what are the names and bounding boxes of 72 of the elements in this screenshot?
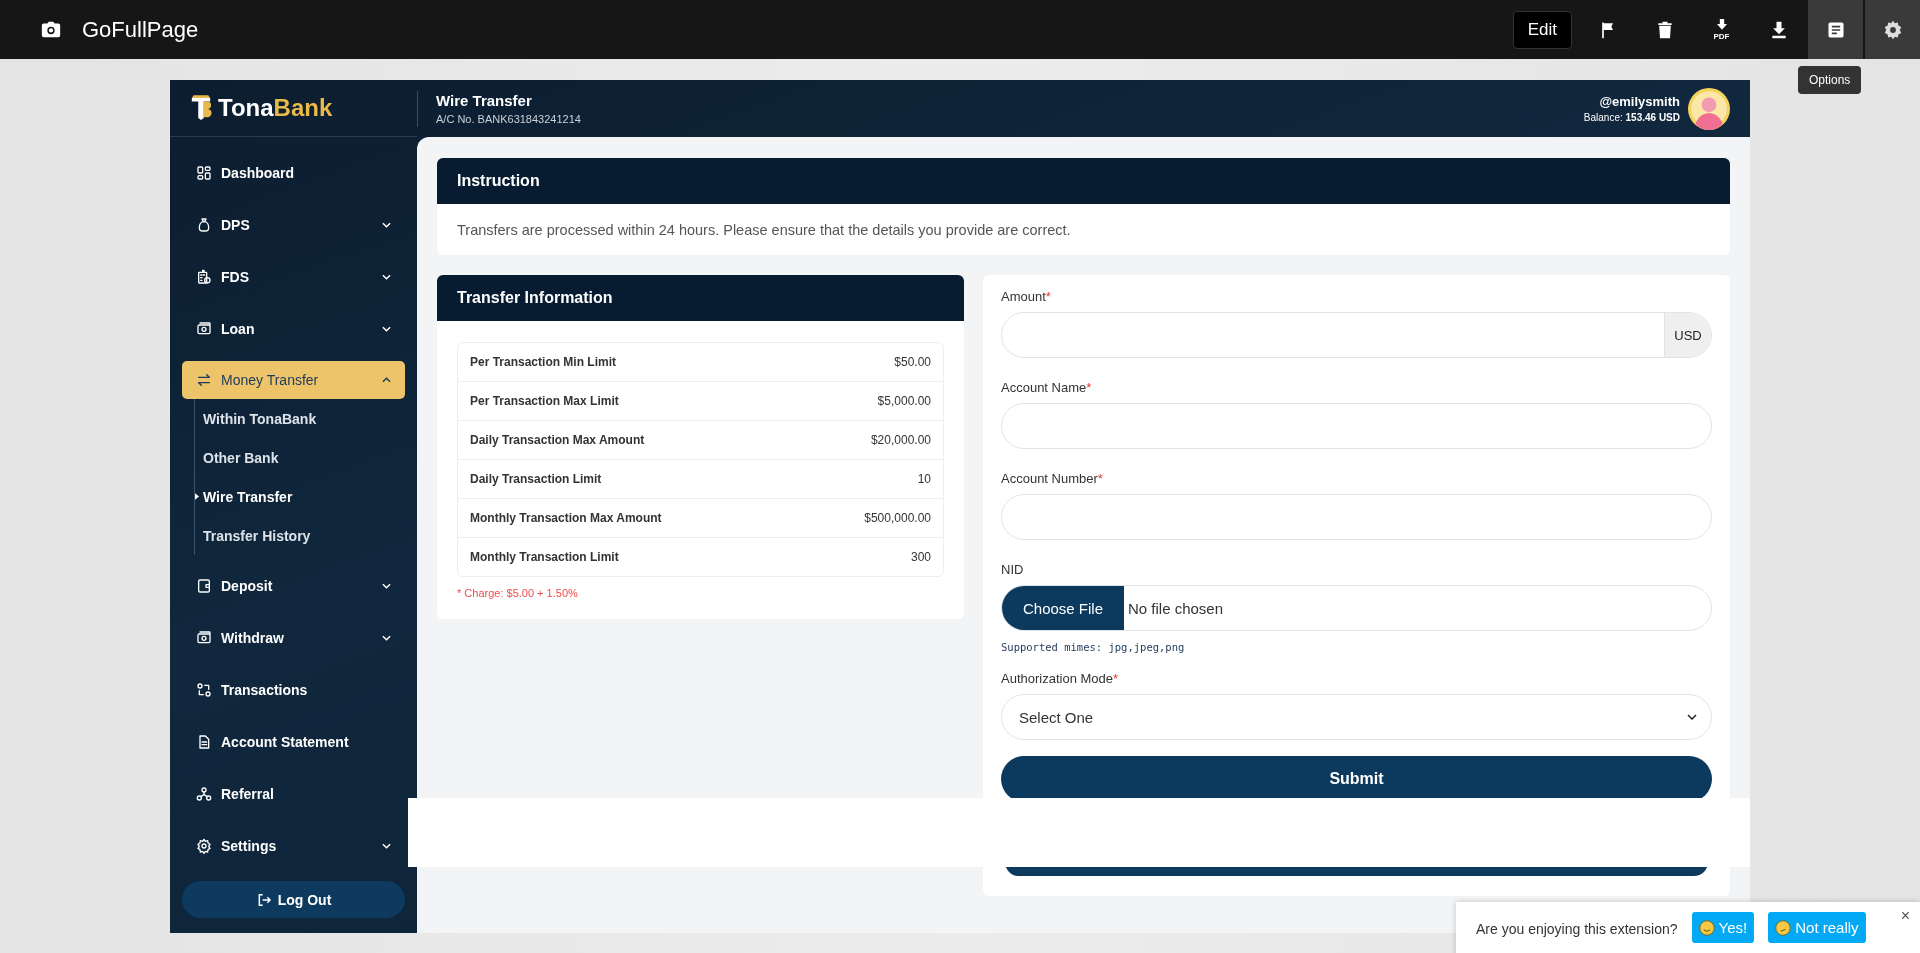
table-cell: 300 [910,550,931,564]
settings-icon [196,838,212,854]
field-label: Amount* [1001,289,1052,304]
edit-button[interactable]: Edit [1512,10,1572,49]
bag-icon [196,217,212,233]
close-button[interactable]: × [1900,908,1910,924]
hint-text: Supported mimes: jpg,jpeg,png [1001,641,1186,653]
field-label: NID [1001,562,1025,577]
field-label: Account Name* [1001,380,1093,395]
document-icon [196,734,212,750]
chevron-icon [1687,714,1697,720]
logo-icon [190,95,212,121]
wallet-icon [196,578,212,594]
sidebar-item[interactable]: Referral [182,774,405,814]
submenu-item[interactable]: Other Bank [203,438,405,477]
table-cell: $5,000.00 [877,394,931,408]
smiley-icon [1698,919,1715,936]
dashboard-icon [196,165,212,181]
table-cell: Per Transaction Max Limit [470,394,619,408]
charge-note: * Charge: $5.00 + 1.50% [457,587,579,599]
sidebar-item[interactable]: Withdraw [182,618,405,658]
building-icon [196,269,212,285]
cash-icon [196,321,212,337]
sidebar-item[interactable]: Dashboard [182,153,405,193]
toolbar-button[interactable] [1865,0,1920,59]
currency-addon: USD [1664,313,1711,357]
table-cell: 10 [917,472,931,486]
table-cell: Monthly Transaction Limit [470,550,619,564]
cash-icon [196,630,212,646]
submenu-item[interactable]: Within TonaBank [203,399,405,438]
table-cell: $50.00 [894,355,931,369]
toolbar-button[interactable]: PDF [1694,0,1749,59]
balance: Balance: 153.46 USD [1583,112,1680,123]
table-cell: Daily Transaction Limit [470,472,602,486]
choose-file-button[interactable]: Choose File [1002,586,1124,630]
card-title: Transfer Information [457,289,613,307]
instruction-text: Transfers are processed within 24 hours. Please ensure that the details you provide are correct. [456,220,1072,240]
sidebar-item[interactable]: Transactions [182,670,405,710]
caret-icon [195,493,199,500]
exchange-icon [196,682,212,698]
feedback-question: Are you enjoying this extension? [1476,921,1678,937]
username: @emilysmith [1599,94,1680,109]
sidebar-item[interactable]: Deposit [182,566,405,606]
sidebar-item[interactable]: Account Statement [182,722,405,762]
sidebar-item[interactable]: Money Transfer [182,361,405,399]
sidebar-item[interactable]: FDS [182,257,405,297]
network-icon [196,786,212,802]
sidebar-item[interactable]: DPS [182,205,405,245]
field-label: Account Number* [1001,471,1104,486]
table-cell: $20,000.00 [870,433,931,447]
transfer-icon [196,372,212,388]
sidebar-item[interactable]: Settings [182,826,405,866]
extension-title: GoFullPage [82,16,199,43]
page-title: Wire Transfer [436,92,533,109]
submenu-item[interactable]: Wire Transfer [203,477,405,516]
submenu-item[interactable]: Transfer History [203,516,405,555]
table-cell: $500,000.00 [864,511,931,525]
settings-icon [1882,19,1903,40]
file-status: No file chosen [1127,598,1224,619]
card-title: Instruction [457,172,540,190]
tooltip: Options [1798,66,1862,94]
table-cell: Per Transaction Min Limit [470,355,617,369]
brand-logo[interactable]: TonaBank [218,94,333,122]
table-cell: Daily Transaction Max Amount [470,433,645,447]
avatar-icon[interactable] [1688,87,1730,130]
unsure-face-icon [1775,919,1792,936]
field-label: Authorization Mode* [1001,671,1120,686]
toolbar-button[interactable] [1808,0,1863,59]
sidebar-item[interactable]: Loan [182,309,405,349]
table-cell: Monthly Transaction Max Amount [470,511,662,525]
logout-button[interactable]: Log Out [182,881,405,918]
account-number: A/C No. BANK631843241214 [436,113,581,125]
